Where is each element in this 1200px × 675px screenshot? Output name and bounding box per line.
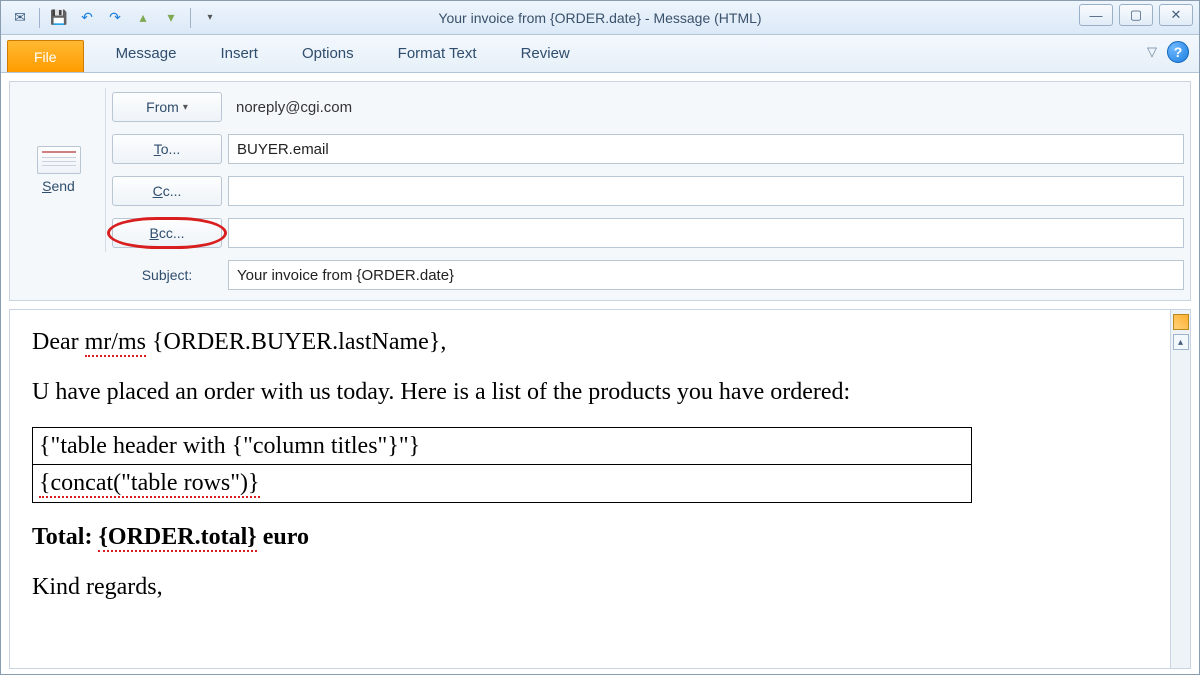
- bcc-field[interactable]: [228, 218, 1184, 248]
- next-item-icon[interactable]: ▾: [160, 7, 182, 29]
- subject-field[interactable]: [228, 260, 1184, 290]
- ribbon-tabs: File Message Insert Options Format Text …: [1, 35, 1199, 73]
- greeting-line: Dear mr/ms {ORDER.BUYER.lastName},: [32, 326, 1150, 358]
- send-label: Send: [42, 178, 75, 194]
- bcc-button[interactable]: Bcc...: [112, 218, 222, 248]
- cc-field[interactable]: [228, 176, 1184, 206]
- message-body-container: Dear mr/ms {ORDER.BUYER.lastName}, U hav…: [9, 309, 1191, 669]
- total-line: Total: {ORDER.total} euro: [32, 521, 1150, 553]
- subject-label: Subject:: [112, 267, 222, 283]
- cc-button[interactable]: Cc...: [112, 176, 222, 206]
- minimize-button[interactable]: —: [1079, 4, 1113, 26]
- to-label: To...: [154, 141, 180, 157]
- products-table: {"table header with {"column titles"}"} …: [32, 427, 972, 503]
- tab-review[interactable]: Review: [499, 36, 592, 72]
- envelope-icon: [37, 146, 81, 174]
- ruler-icon[interactable]: [1173, 314, 1189, 330]
- from-label: From: [146, 99, 179, 115]
- send-button[interactable]: Send: [16, 88, 106, 252]
- reply-icon[interactable]: ✉: [9, 7, 31, 29]
- to-field[interactable]: [228, 134, 1184, 164]
- bcc-label: Bcc...: [149, 225, 184, 241]
- tab-insert[interactable]: Insert: [198, 36, 280, 72]
- table-rows-row: {concat("table rows")}: [33, 465, 972, 502]
- chevron-down-icon: ▾: [183, 102, 188, 113]
- window-controls: — ▢ ✕: [1079, 4, 1193, 26]
- from-value: noreply@cgi.com: [228, 99, 1184, 116]
- qat-separator: [190, 8, 191, 28]
- message-body[interactable]: Dear mr/ms {ORDER.BUYER.lastName}, U hav…: [10, 310, 1170, 668]
- from-button[interactable]: From ▾: [112, 92, 222, 122]
- redo-icon[interactable]: ↷: [104, 7, 126, 29]
- signoff-line: Kind regards,: [32, 571, 1150, 603]
- prev-item-icon[interactable]: ▴: [132, 7, 154, 29]
- tab-options[interactable]: Options: [280, 36, 376, 72]
- intro-line: U have placed an order with us today. He…: [32, 376, 1150, 408]
- cc-label: Cc...: [153, 183, 182, 199]
- file-tab[interactable]: File: [7, 40, 84, 72]
- close-button[interactable]: ✕: [1159, 4, 1193, 26]
- undo-icon[interactable]: ↶: [76, 7, 98, 29]
- table-header-row: {"table header with {"column titles"}"}: [33, 427, 972, 464]
- scroll-up-icon[interactable]: ▴: [1173, 334, 1189, 350]
- tab-message[interactable]: Message: [94, 36, 199, 72]
- titlebar: ✉ 💾 ↶ ↷ ▴ ▾ ▾ Your invoice from {ORDER.d…: [1, 1, 1199, 35]
- compose-header: Send From ▾ noreply@cgi.com To... Cc... …: [9, 81, 1191, 301]
- qat-separator: [39, 8, 40, 28]
- save-icon[interactable]: 💾: [48, 7, 70, 29]
- customize-qat-icon[interactable]: ▾: [199, 7, 221, 29]
- tab-format-text[interactable]: Format Text: [376, 36, 499, 72]
- quick-access-toolbar: ✉ 💾 ↶ ↷ ▴ ▾ ▾: [1, 7, 221, 29]
- maximize-button[interactable]: ▢: [1119, 4, 1153, 26]
- help-icon[interactable]: ?: [1167, 41, 1189, 63]
- ribbon-collapse-icon[interactable]: ▽: [1147, 44, 1157, 60]
- vertical-scrollbar[interactable]: ▴: [1170, 310, 1190, 668]
- to-button[interactable]: To...: [112, 134, 222, 164]
